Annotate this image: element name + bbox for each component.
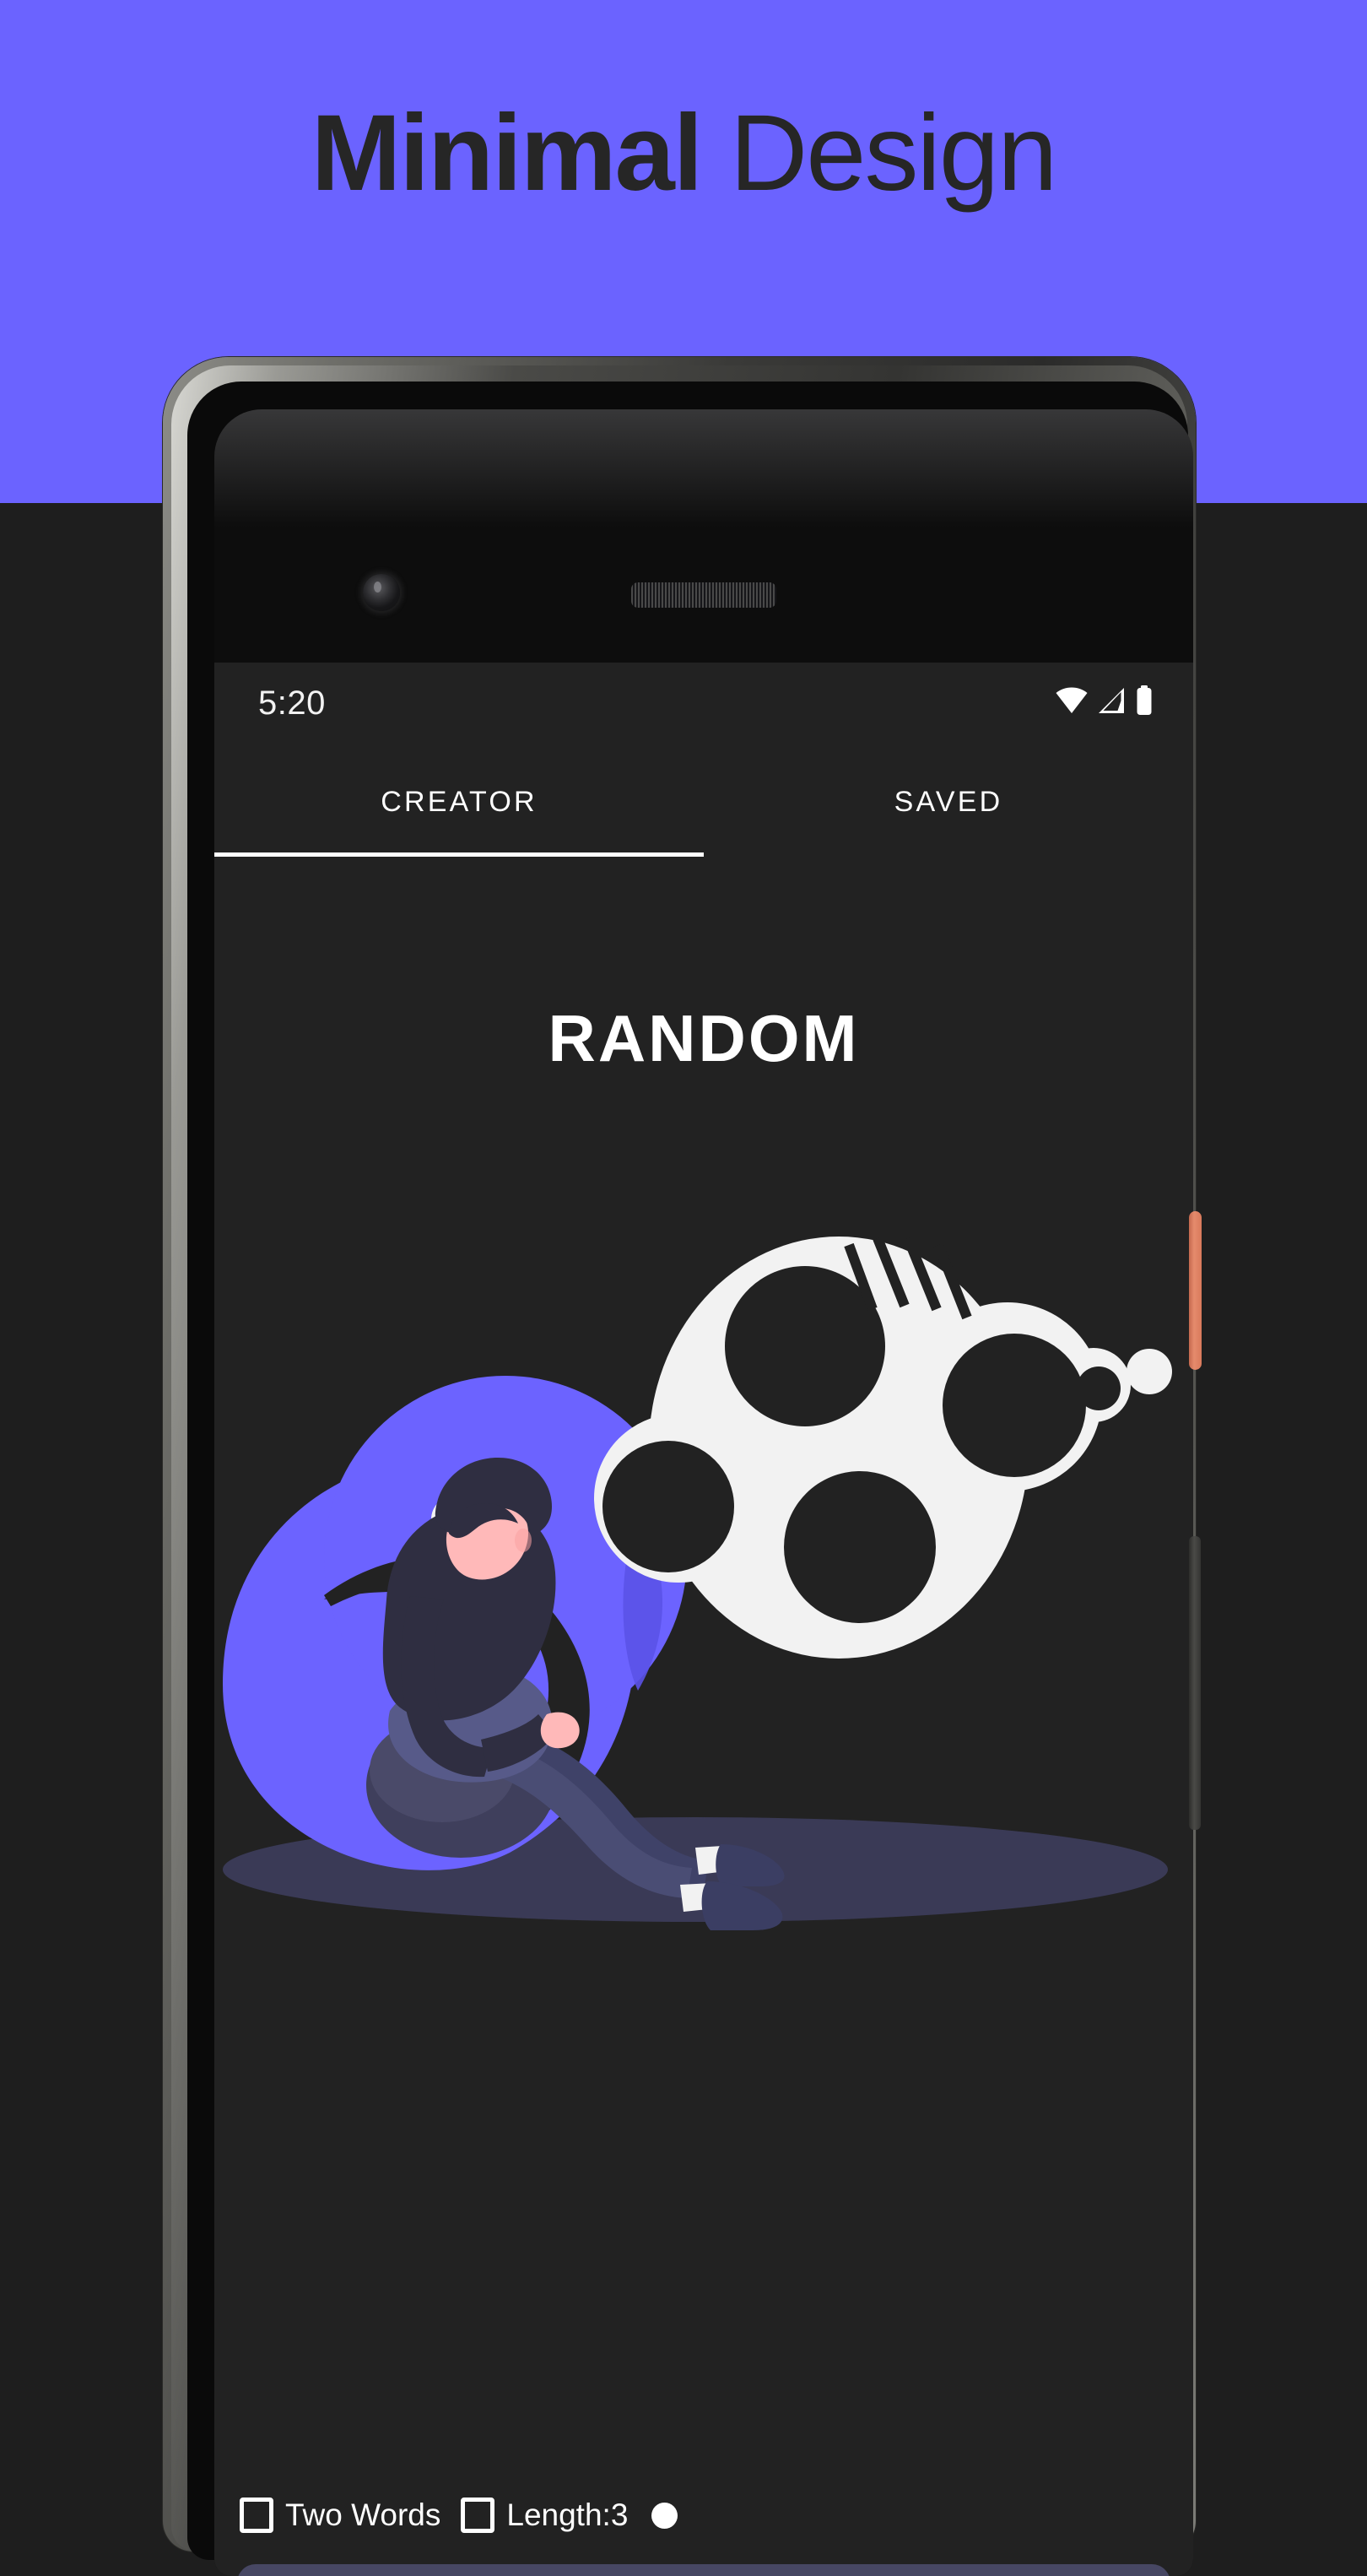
person-sitting-with-thought-bubble-illustration [223,1236,1172,1930]
length-slider-thumb[interactable] [651,2503,678,2529]
bubble-dot-right-2 [1127,1349,1172,1394]
tab-creator[interactable]: CREATOR [214,747,704,857]
tab-bar: CREATOR SAVED [214,747,1193,857]
promo-title: Minimal Design [0,100,1367,208]
length-option[interactable]: Length:3 [461,2498,628,2533]
phone-screen-glass: 5:20 CREATOR SAVED RANDOM Two Words Leng… [214,409,1193,2576]
screen-glare [214,409,1193,528]
power-button[interactable] [1189,1211,1202,1370]
two-words-option[interactable]: Two Words [240,2498,440,2533]
bubble-dot-right-hole-1 [1077,1366,1121,1410]
length-slider[interactable] [648,2498,699,2533]
wifi-icon [1056,687,1088,713]
hand [540,1712,580,1749]
bubble-hole-right [943,1334,1086,1477]
tab-saved-label: SAVED [894,785,1003,818]
cellular-signal-icon [1099,688,1124,713]
front-camera-icon [363,574,400,611]
app-screen: 5:20 CREATOR SAVED RANDOM Two Words Leng… [214,663,1193,2576]
tab-creator-label: CREATOR [381,785,538,818]
skin-highlight [515,1529,532,1552]
phone-inner-rim: 5:20 CREATOR SAVED RANDOM Two Words Leng… [187,382,1193,2576]
generated-word: RANDOM [548,1001,860,1075]
phone-device-mockup: 5:20 CREATOR SAVED RANDOM Two Words Leng… [163,357,1202,2576]
earpiece-speaker-icon [631,582,776,608]
tab-active-indicator [214,852,704,857]
status-bar-icons [1055,681,1153,720]
bubble-hole-bottom [784,1471,936,1623]
length-label: Length:3 [506,2498,629,2532]
tab-saved[interactable]: SAVED [704,747,1193,857]
bubble-hole-left [602,1441,734,1572]
promo-title-bold: Minimal [311,93,703,214]
length-checkbox[interactable] [461,2498,495,2533]
options-row: Two Words Length:3 [214,2486,1193,2545]
promo-title-regular: Design [729,93,1057,214]
phone-bezel: 5:20 CREATOR SAVED RANDOM Two Words Leng… [171,365,1193,2576]
battery-icon [1137,685,1152,715]
action-bar [237,2564,1170,2576]
two-words-label: Two Words [285,2498,441,2532]
status-bar-time: 5:20 [258,685,326,722]
status-bar: 5:20 [214,663,1193,744]
two-words-checkbox[interactable] [240,2498,273,2533]
volume-rocker-button[interactable] [1189,1536,1201,1830]
